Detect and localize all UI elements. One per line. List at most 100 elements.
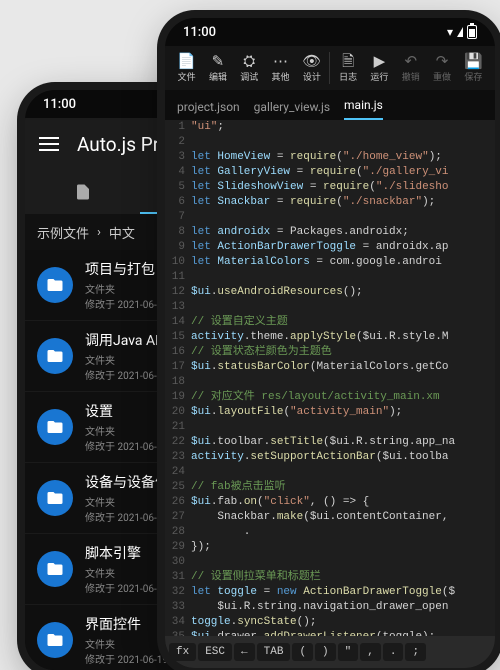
code-content[interactable]: let Snackbar = require("./snackbar"); (191, 195, 495, 210)
toolbar-icon: 👁 (302, 54, 321, 69)
toolbar-设计[interactable]: 👁设计 (296, 46, 327, 90)
toolbar-运行[interactable]: ▶运行 (364, 46, 395, 90)
code-content[interactable]: activity.theme.applyStyle($ui.R.style.M (191, 330, 495, 345)
code-line: 32let toggle = new ActionBarDrawerToggle… (165, 585, 495, 600)
folder-icon (37, 551, 73, 587)
toolbar-保存[interactable]: 💾保存 (458, 46, 489, 90)
toolbar-重做[interactable]: ↷重做 (426, 46, 457, 90)
code-content[interactable]: $ui.R.string.navigation_drawer_open (191, 600, 495, 615)
line-number: 34 (165, 615, 191, 630)
toolbar-撤销[interactable]: ↶撤销 (395, 46, 426, 90)
code-content[interactable]: let GalleryView = require("./gallery_vi (191, 165, 495, 180)
code-content[interactable] (191, 300, 495, 315)
soft-key-row[interactable]: fxESC←TAB()",.; (165, 636, 495, 668)
code-content[interactable]: $ui.fab.on("click", () => { (191, 495, 495, 510)
code-line: 9let ActionBarDrawerToggle = androidx.ap (165, 240, 495, 255)
code-content[interactable]: Snackbar.make($ui.contentContainer, (191, 510, 495, 525)
code-content[interactable]: $ui.layoutFile("activity_main"); (191, 405, 495, 420)
toolbar-icon: 🗎 (342, 54, 354, 69)
menu-icon[interactable] (39, 137, 59, 151)
file-icon (74, 183, 92, 201)
code-line: 31// 设置侧拉菜单和标题栏 (165, 570, 495, 585)
editor-tabs: project.json gallery_view.js main.js (165, 90, 495, 120)
toolbar-调试[interactable]: ⛭调试 (234, 46, 265, 90)
code-content[interactable]: . (191, 525, 495, 540)
code-content[interactable] (191, 465, 495, 480)
code-content[interactable]: }); (191, 540, 495, 555)
editor-tab[interactable]: gallery_view.js (254, 100, 330, 120)
toolbar-编辑[interactable]: ✎编辑 (202, 46, 233, 90)
folder-icon (37, 480, 73, 516)
code-line: 22$ui.toolbar.setTitle($ui.R.string.app_… (165, 435, 495, 450)
code-line: 26$ui.fab.on("click", () => { (165, 495, 495, 510)
line-number: 29 (165, 540, 191, 555)
soft-key[interactable]: " (338, 643, 359, 661)
line-number: 18 (165, 375, 191, 390)
code-content[interactable]: "ui"; (191, 120, 495, 135)
code-content[interactable] (191, 135, 495, 150)
code-content[interactable] (191, 375, 495, 390)
line-number: 5 (165, 180, 191, 195)
line-number: 21 (165, 420, 191, 435)
toolbar-文件[interactable]: 📄文件 (171, 46, 202, 90)
code-content[interactable] (191, 270, 495, 285)
signal-icon (457, 27, 463, 37)
toolbar-日志[interactable]: 🗎日志 (332, 46, 363, 90)
code-content[interactable]: let toggle = new ActionBarDrawerToggle($ (191, 585, 495, 600)
status-bar: 11:00 ▾ (165, 18, 495, 46)
line-number: 4 (165, 165, 191, 180)
code-content[interactable]: let HomeView = require("./home_view"); (191, 150, 495, 165)
code-content[interactable]: let androidx = Packages.androidx; (191, 225, 495, 240)
code-line: 11 (165, 270, 495, 285)
code-content[interactable]: // 设置自定义主题 (191, 315, 495, 330)
breadcrumb-root: 示例文件 (37, 223, 89, 242)
editor-tab[interactable]: main.js (344, 98, 383, 120)
soft-key[interactable]: TAB (257, 643, 291, 661)
toolbar-label: 运行 (370, 70, 388, 83)
code-line: 4let GalleryView = require("./gallery_vi (165, 165, 495, 180)
code-content[interactable]: // fab被点击监听 (191, 480, 495, 495)
code-line: 28 . (165, 525, 495, 540)
wifi-icon: ▾ (447, 25, 453, 39)
code-content[interactable] (191, 555, 495, 570)
line-number: 26 (165, 495, 191, 510)
toolbar-icon: ↷ (436, 54, 449, 69)
line-number: 32 (165, 585, 191, 600)
soft-key[interactable]: ← (234, 643, 255, 661)
soft-key[interactable]: ( (292, 643, 313, 661)
line-number: 19 (165, 390, 191, 405)
code-editor[interactable]: 1"ui";23let HomeView = require("./home_v… (165, 120, 495, 636)
code-content[interactable]: // 设置状态栏颜色为主题色 (191, 345, 495, 360)
soft-key[interactable]: , (360, 643, 381, 661)
editor-tab[interactable]: project.json (177, 100, 240, 120)
code-content[interactable] (191, 420, 495, 435)
toolbar-label: 重做 (433, 70, 451, 83)
code-content[interactable]: $ui.statusBarColor(MaterialColors.getCo (191, 360, 495, 375)
soft-key[interactable]: ; (405, 643, 426, 661)
soft-key[interactable]: ESC (198, 643, 232, 661)
code-content[interactable]: let MaterialColors = com.google.androi (191, 255, 495, 270)
code-content[interactable]: toggle.syncState(); (191, 615, 495, 630)
code-line: 13 (165, 300, 495, 315)
breadcrumb-current: 中文 (109, 223, 135, 242)
code-content[interactable]: let SlideshowView = require("./slidesho (191, 180, 495, 195)
app-title: Auto.js Pro (77, 133, 170, 156)
soft-key[interactable]: ) (315, 643, 336, 661)
code-content[interactable] (191, 210, 495, 225)
code-line: 24 (165, 465, 495, 480)
toolbar-label: 设计 (303, 70, 321, 83)
code-content[interactable]: // 设置侧拉菜单和标题栏 (191, 570, 495, 585)
code-content[interactable]: activity.setSupportActionBar($ui.toolba (191, 450, 495, 465)
toolbar-icon: ⛭ (243, 54, 255, 69)
tab-files[interactable] (25, 170, 140, 214)
code-content[interactable]: // 对应文件 res/layout/activity_main.xm (191, 390, 495, 405)
line-number: 6 (165, 195, 191, 210)
soft-key[interactable]: fx (169, 643, 196, 661)
line-number: 2 (165, 135, 191, 150)
code-line: 19// 对应文件 res/layout/activity_main.xm (165, 390, 495, 405)
code-content[interactable]: $ui.toolbar.setTitle($ui.R.string.app_na (191, 435, 495, 450)
code-content[interactable]: $ui.useAndroidResources(); (191, 285, 495, 300)
code-content[interactable]: let ActionBarDrawerToggle = androidx.ap (191, 240, 495, 255)
toolbar-其他[interactable]: ⋯其他 (265, 46, 296, 90)
soft-key[interactable]: . (383, 643, 404, 661)
